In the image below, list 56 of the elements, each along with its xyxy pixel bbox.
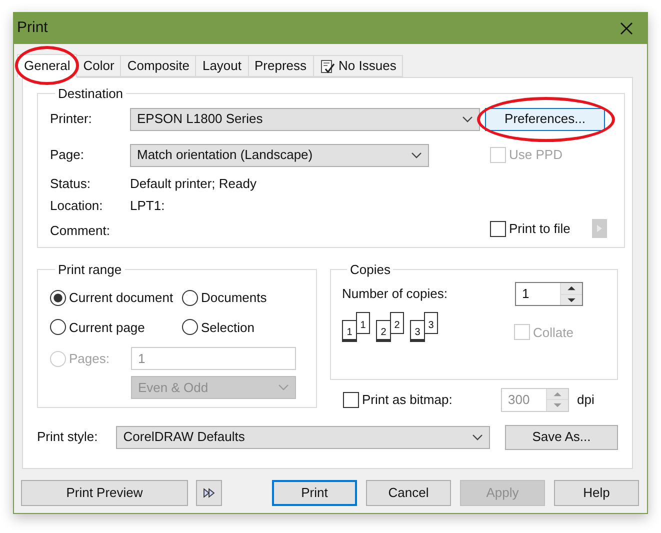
radio-label: Current document (69, 289, 174, 307)
dropdown[interactable]: EPSON L1800 Series (130, 108, 480, 130)
field-label: Page: (50, 146, 85, 164)
field-value: Default printer; Ready (130, 174, 256, 193)
dialog-button[interactable]: Cancel (366, 480, 451, 506)
close-icon[interactable] (620, 22, 633, 35)
radio-button[interactable] (50, 319, 66, 336)
tab[interactable]: Composite (120, 55, 196, 77)
field-label: Comment: (50, 222, 111, 240)
radio-label: Pages: (69, 350, 110, 368)
spin-up-icon[interactable] (561, 283, 582, 294)
tab[interactable]: Layout (195, 55, 249, 77)
group-title: Print range (57, 260, 123, 279)
checkbox-label: Print as bitmap: (362, 390, 452, 409)
group-title: Destination (57, 85, 124, 103)
checkbox[interactable] (490, 220, 506, 236)
dialog-button[interactable]: Print (272, 480, 357, 506)
field-label: Print style: (37, 428, 99, 446)
radio-label: Selection (201, 318, 254, 336)
field-label: Status: (50, 174, 92, 193)
preferences-button[interactable]: Preferences... (485, 108, 605, 130)
chevron-down-icon (411, 152, 422, 158)
unit-label: dpi (577, 390, 594, 409)
checkbox-label: Use PPD (509, 146, 562, 164)
checkbox-label: Print to file (509, 220, 570, 238)
checkbox[interactable] (343, 392, 359, 408)
play-icon (597, 225, 602, 232)
number-spinner[interactable]: 1 (515, 282, 583, 306)
spin-down-icon[interactable] (561, 294, 582, 305)
expand-button[interactable] (196, 480, 222, 506)
double-arrow-icon (203, 488, 215, 498)
chevron-down-icon (472, 434, 484, 440)
chevron-down-icon (462, 116, 473, 122)
tab[interactable]: No Issues (312, 55, 404, 77)
checkbox-label: Collate (533, 324, 574, 342)
dropdown[interactable]: CorelDRAW Defaults (116, 426, 490, 448)
dropdown[interactable]: Match orientation (Landscape) (130, 144, 429, 166)
window-title: Print (17, 18, 48, 38)
checklist-icon (320, 58, 335, 74)
tab[interactable]: Color (76, 55, 122, 77)
radio-button[interactable] (50, 290, 66, 306)
field-label: Number of copies: (342, 285, 448, 304)
group-title: Copies (349, 260, 392, 279)
radio-button[interactable] (182, 319, 198, 336)
radio-label: Current page (69, 318, 145, 337)
chevron-down-icon (278, 384, 289, 391)
dialog-button[interactable]: Help (554, 480, 639, 506)
field-value: LPT1: (130, 196, 165, 215)
save-as-button[interactable]: Save As... (505, 424, 618, 450)
tab[interactable]: Prepress (248, 55, 314, 77)
field-label: Printer: (50, 110, 93, 128)
tab[interactable]: General (17, 54, 78, 78)
print-preview-button[interactable]: Print Preview (21, 480, 188, 506)
field-label: Location: (50, 196, 104, 215)
radio-button[interactable] (182, 290, 198, 306)
radio-label: Documents (201, 289, 267, 307)
